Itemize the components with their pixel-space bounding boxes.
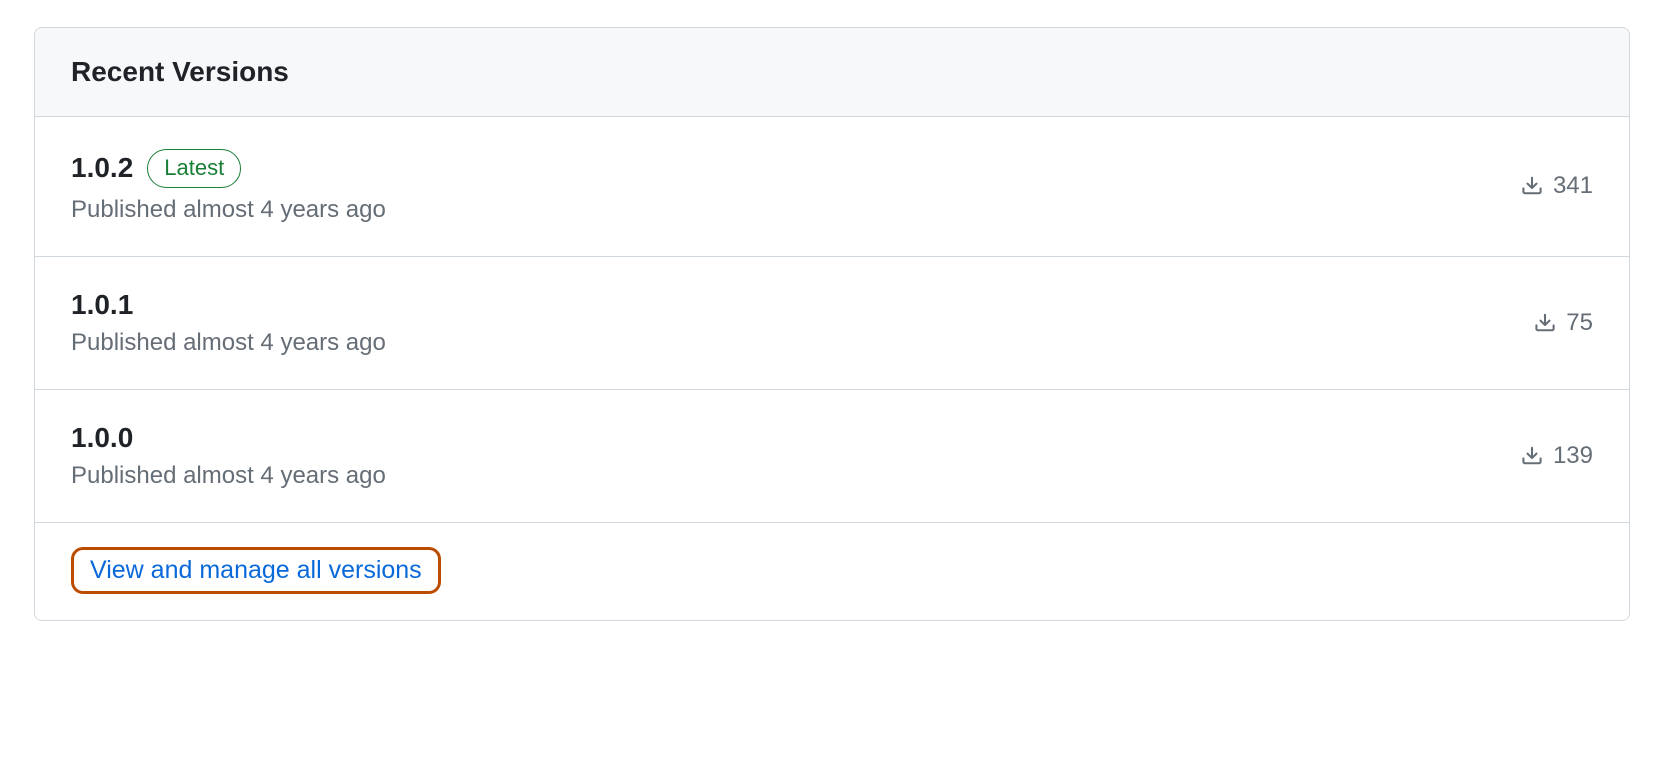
version-row[interactable]: 1.0.2 Latest Published almost 4 years ag… <box>35 117 1629 257</box>
download-count-value: 139 <box>1553 442 1593 470</box>
download-icon <box>1521 175 1543 197</box>
version-info: 1.0.1 Published almost 4 years ago <box>71 289 386 357</box>
version-title-line: 1.0.1 <box>71 289 386 321</box>
download-count-value: 341 <box>1553 172 1593 200</box>
version-number: 1.0.2 <box>71 152 133 184</box>
view-all-versions-link[interactable]: View and manage all versions <box>90 556 422 584</box>
version-number: 1.0.0 <box>71 422 133 454</box>
version-number: 1.0.1 <box>71 289 133 321</box>
version-title-line: 1.0.2 Latest <box>71 149 386 188</box>
download-count: 341 <box>1521 172 1593 200</box>
version-row[interactable]: 1.0.0 Published almost 4 years ago 139 <box>35 390 1629 523</box>
download-count-value: 75 <box>1566 309 1593 337</box>
panel-title: Recent Versions <box>71 56 1593 88</box>
version-published-date: Published almost 4 years ago <box>71 196 386 224</box>
version-info: 1.0.2 Latest Published almost 4 years ag… <box>71 149 386 224</box>
version-published-date: Published almost 4 years ago <box>71 329 386 357</box>
version-title-line: 1.0.0 <box>71 422 386 454</box>
version-published-date: Published almost 4 years ago <box>71 462 386 490</box>
latest-badge: Latest <box>147 149 241 188</box>
download-icon <box>1521 445 1543 467</box>
panel-header: Recent Versions <box>35 28 1629 117</box>
version-row[interactable]: 1.0.1 Published almost 4 years ago 75 <box>35 257 1629 390</box>
recent-versions-panel: Recent Versions 1.0.2 Latest Published a… <box>34 27 1630 621</box>
panel-footer: View and manage all versions <box>35 523 1629 620</box>
download-count: 139 <box>1521 442 1593 470</box>
highlight-annotation: View and manage all versions <box>71 547 441 594</box>
version-info: 1.0.0 Published almost 4 years ago <box>71 422 386 490</box>
download-icon <box>1534 312 1556 334</box>
download-count: 75 <box>1534 309 1593 337</box>
